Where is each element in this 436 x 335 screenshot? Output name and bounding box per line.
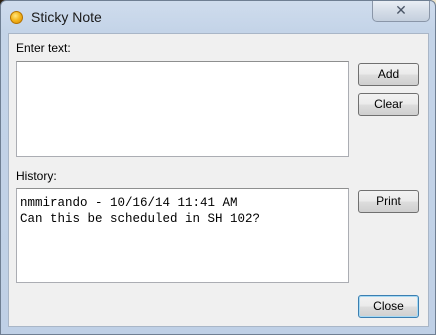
window-close-button[interactable]: ✕	[372, 1, 430, 22]
title-bar[interactable]: Sticky Note ✕	[1, 1, 435, 33]
note-text-input[interactable]	[16, 61, 349, 157]
history-textbox[interactable]: nmmirando - 10/16/14 11:41 AM Can this be…	[16, 188, 349, 283]
close-button[interactable]: Close	[358, 295, 419, 318]
sticky-note-window: Sticky Note ✕ Enter text: Add Clear Hist…	[0, 0, 436, 335]
history-line: nmmirando - 10/16/14 11:41 AM	[20, 196, 238, 210]
sticky-note-icon	[10, 11, 23, 24]
clear-button[interactable]: Clear	[358, 93, 419, 116]
history-label: History:	[16, 169, 57, 183]
print-button[interactable]: Print	[358, 190, 419, 213]
add-button[interactable]: Add	[358, 63, 419, 86]
history-line: Can this be scheduled in SH 102?	[20, 212, 261, 226]
dialog-body: Enter text: Add Clear History: nmmirando…	[8, 33, 429, 327]
window-title: Sticky Note	[31, 9, 102, 25]
close-icon: ✕	[395, 2, 407, 18]
enter-text-label: Enter text:	[16, 41, 71, 55]
